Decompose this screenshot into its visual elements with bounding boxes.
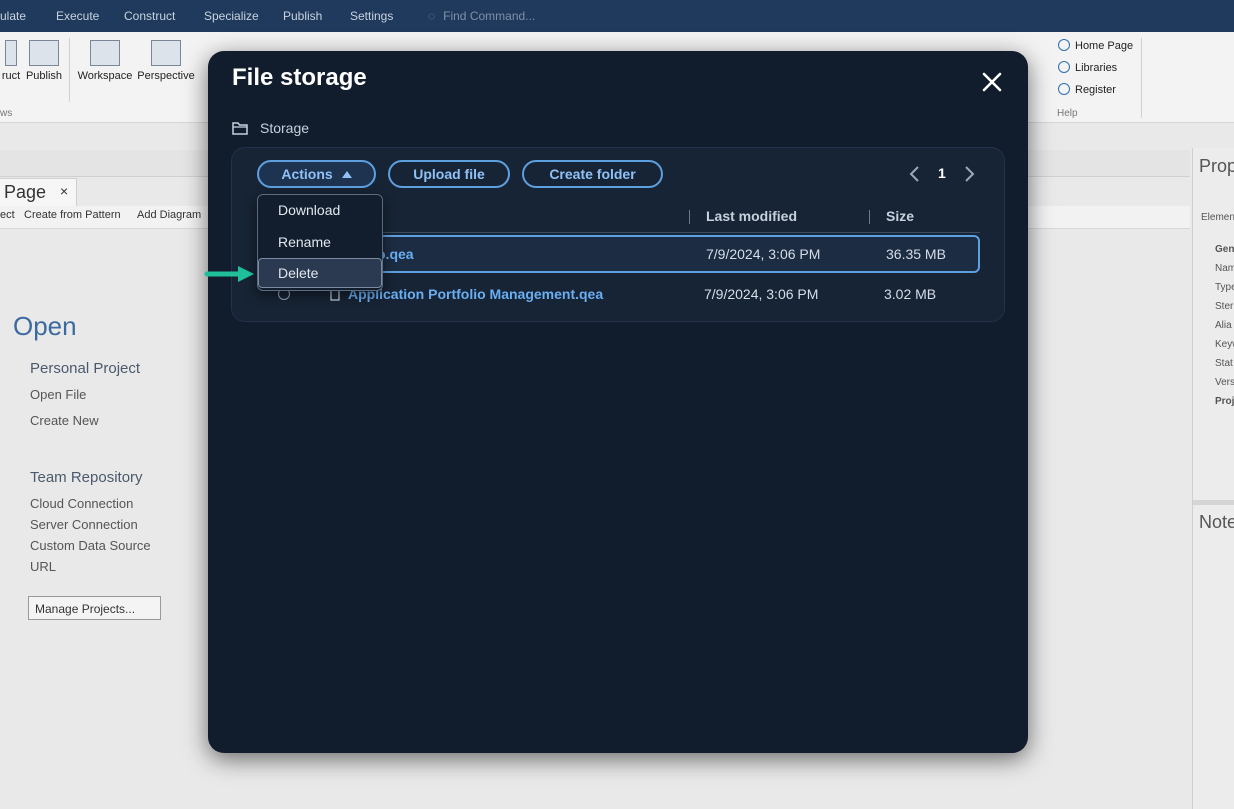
- create-folder-button[interactable]: Create folder: [522, 160, 663, 188]
- tab-start-page[interactable]: Page ×: [0, 178, 77, 208]
- properties-title: Prop: [1199, 156, 1234, 176]
- ribbon-perspective-button[interactable]: Perspective: [136, 40, 196, 82]
- breadcrumb-storage[interactable]: Storage: [260, 120, 309, 136]
- column-header-size[interactable]: Size: [886, 208, 914, 224]
- open-file-link[interactable]: Open File: [30, 387, 86, 402]
- column-separator: [689, 210, 690, 224]
- menu-settings[interactable]: Settings: [350, 9, 393, 23]
- folder-icon: [232, 122, 248, 135]
- upload-file-button[interactable]: Upload file: [388, 160, 510, 188]
- publish-icon: [29, 40, 59, 66]
- page-number: 1: [938, 165, 946, 181]
- element-tab[interactable]: Elemen: [1201, 212, 1234, 223]
- menu-bar: ulate Execute Construct Specialize Publi…: [0, 0, 1234, 32]
- cloud-connection-link[interactable]: Cloud Connection: [30, 496, 133, 511]
- menu-item-rename[interactable]: Rename: [258, 227, 382, 257]
- personal-project-heading: Personal Project: [30, 360, 141, 377]
- page-title: Open: [13, 311, 77, 341]
- field-version: Vers: [1215, 377, 1234, 388]
- menu-publish[interactable]: Publish: [283, 9, 322, 23]
- globe-icon: [1058, 39, 1070, 51]
- field-status: Stat: [1215, 358, 1233, 369]
- workspace-icon: [90, 40, 120, 66]
- last-modified-cell: 7/9/2024, 3:06 PM: [706, 246, 821, 262]
- globe-icon: [1058, 83, 1070, 95]
- manage-projects-button[interactable]: Manage Projects...: [28, 596, 161, 620]
- field-keywords: Keyw: [1215, 339, 1234, 350]
- perspective-icon: [151, 40, 181, 66]
- actions-button[interactable]: Actions: [257, 160, 376, 188]
- caret-up-icon: [341, 171, 352, 178]
- custom-data-source-link[interactable]: Custom Data Source: [30, 538, 151, 553]
- actions-label: Actions: [281, 166, 333, 182]
- field-stereotype: Ster: [1215, 301, 1234, 312]
- ribbon-divider: [69, 38, 70, 102]
- field-project: Proj: [1215, 396, 1234, 407]
- menu-specialize[interactable]: Specialize: [204, 9, 259, 23]
- panel-splitter[interactable]: [1193, 500, 1234, 505]
- team-repository-heading: Team Repository: [30, 469, 143, 486]
- ribbon-divider: [1141, 38, 1142, 118]
- ribbon-group-label: ws: [0, 108, 13, 119]
- field-general: Gen: [1215, 244, 1234, 255]
- lightbulb-icon: ◌: [428, 9, 436, 23]
- create-from-pattern-link[interactable]: Create from Pattern: [24, 209, 121, 221]
- register-link[interactable]: Register: [1058, 83, 1116, 96]
- close-icon[interactable]: ×: [60, 183, 68, 199]
- chevron-right-icon[interactable]: [962, 165, 976, 183]
- menu-item-delete[interactable]: Delete: [258, 258, 382, 288]
- annotation-arrow-icon: [204, 266, 254, 282]
- create-new-link[interactable]: Create New: [30, 413, 99, 428]
- last-modified-cell: 7/9/2024, 3:06 PM: [704, 286, 819, 302]
- dialog-title: File storage: [232, 64, 367, 91]
- menu-construct[interactable]: Construct: [124, 9, 175, 23]
- field-type: Type: [1215, 282, 1234, 293]
- globe-icon: [1058, 61, 1070, 73]
- column-header-last-modified[interactable]: Last modified: [706, 208, 797, 224]
- help-group-label: Help: [1057, 108, 1078, 119]
- field-name: Nam: [1215, 263, 1234, 274]
- libraries-link[interactable]: Libraries: [1058, 61, 1117, 74]
- field-alias: Alia: [1215, 320, 1232, 331]
- actions-menu: Download Rename Delete: [257, 194, 383, 291]
- create-project-link[interactable]: ect: [0, 209, 15, 221]
- menu-item-download[interactable]: Download: [258, 195, 382, 225]
- home-page-link[interactable]: Home Page: [1058, 39, 1133, 52]
- menu-execute[interactable]: Execute: [56, 9, 99, 23]
- url-link[interactable]: URL: [30, 559, 56, 574]
- server-connection-link[interactable]: Server Connection: [30, 517, 138, 532]
- size-cell: 3.02 MB: [884, 286, 937, 302]
- construct-icon: [5, 40, 17, 66]
- add-diagram-link[interactable]: Add Diagram: [137, 209, 201, 221]
- column-separator: [869, 210, 870, 224]
- tab-label: Page: [4, 182, 47, 202]
- close-icon[interactable]: [980, 70, 1004, 94]
- file-name-link[interactable]: Application Portfolio Management.qea: [348, 286, 603, 302]
- notes-title: Note: [1199, 512, 1234, 532]
- ribbon-publish-button[interactable]: Publish: [24, 40, 64, 82]
- file-storage-dialog: File storage Storage Actions Upload file…: [208, 51, 1028, 753]
- properties-panel: Prop Elemen Gen Nam Type Ster Alia Keyw …: [1192, 148, 1234, 809]
- menu-simulate[interactable]: ulate: [0, 9, 26, 23]
- chevron-left-icon[interactable]: [908, 165, 922, 183]
- ribbon-construct-button[interactable]: ruct: [0, 40, 22, 82]
- ribbon-workspace-button[interactable]: Workspace: [76, 40, 134, 82]
- size-cell: 36.35 MB: [886, 246, 946, 262]
- find-command-input[interactable]: ◌ Find Command...: [428, 9, 535, 23]
